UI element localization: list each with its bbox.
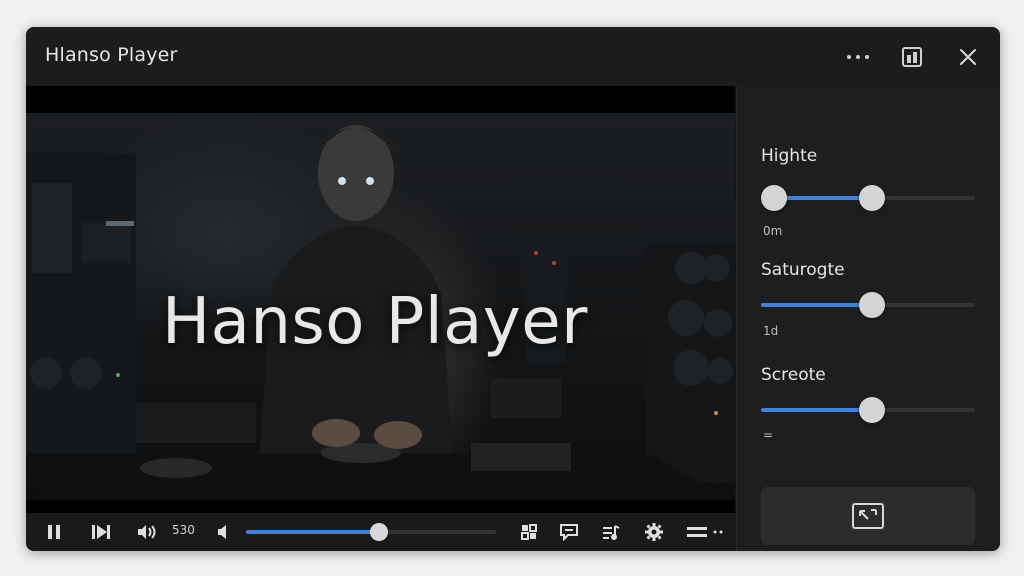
app-title: Hlanso Player [45, 44, 178, 66]
pip-button[interactable] [898, 43, 926, 71]
video-overlay-title: Hanso Player [162, 285, 588, 359]
adjust-slider-2[interactable] [761, 292, 975, 318]
adjust-slider-3[interactable] [761, 397, 975, 423]
expand-screen-icon [852, 503, 884, 529]
video-area[interactable]: Hanso Player [26, 86, 735, 527]
adjust-slider-1-max-handle[interactable] [859, 185, 886, 211]
adjust-slider-1-fill [773, 196, 873, 200]
player-window: Hlanso Player Hanso Player 530 Highte 0m… [26, 27, 1000, 551]
volume-slider[interactable] [246, 523, 496, 541]
volume-slider-fill [246, 530, 379, 534]
adjustments-panel: Highte 0m Saturogte 1d Screote = [736, 86, 1000, 551]
adjust-label-2: Saturogte [761, 260, 845, 280]
more-horizontal-icon [847, 55, 869, 59]
menu-icon [687, 527, 723, 537]
picture-in-picture-icon [902, 47, 922, 67]
speaker-icon [218, 525, 226, 539]
pause-icon [48, 525, 60, 539]
skip-next-icon [92, 525, 110, 539]
adjust-slider-3-handle[interactable] [859, 397, 886, 423]
subtitles-button[interactable] [558, 519, 580, 545]
mute-button[interactable] [214, 519, 234, 545]
next-frame-button[interactable] [88, 519, 114, 545]
adjust-slider-3-fill [761, 408, 873, 412]
adjust-label-1: Highte [761, 146, 818, 166]
adjust-label-3: Screote [761, 365, 826, 385]
adjust-slider-2-fill [761, 303, 873, 307]
adjust-value-3: = [763, 428, 774, 442]
adjust-slider-2-handle[interactable] [859, 292, 886, 318]
playback-speed-button[interactable] [600, 519, 622, 545]
adjust-value-2: 1d [763, 324, 779, 338]
gear-icon [645, 523, 663, 541]
video-frame: Hanso Player [26, 113, 735, 500]
close-icon [960, 49, 976, 65]
control-bar: 530 [26, 513, 735, 551]
close-button[interactable] [954, 43, 982, 71]
chapters-button[interactable] [518, 519, 540, 545]
playlist-music-icon [603, 525, 620, 540]
chapters-icon [521, 524, 537, 540]
expand-button[interactable] [761, 487, 975, 545]
pause-button[interactable] [42, 519, 66, 545]
volume-icon [138, 525, 156, 539]
time-display: 530 [172, 523, 195, 537]
title-bar: Hlanso Player [26, 27, 1000, 87]
audio-button[interactable] [134, 519, 160, 545]
volume-slider-handle[interactable] [369, 523, 388, 541]
menu-button[interactable] [684, 519, 726, 545]
adjust-slider-1-min-handle[interactable] [760, 185, 787, 211]
subtitles-icon [560, 524, 578, 541]
adjust-value-1: 0m [763, 224, 783, 238]
adjust-slider-1[interactable] [760, 185, 975, 211]
more-options-button[interactable] [844, 43, 872, 71]
settings-button[interactable] [642, 519, 666, 545]
